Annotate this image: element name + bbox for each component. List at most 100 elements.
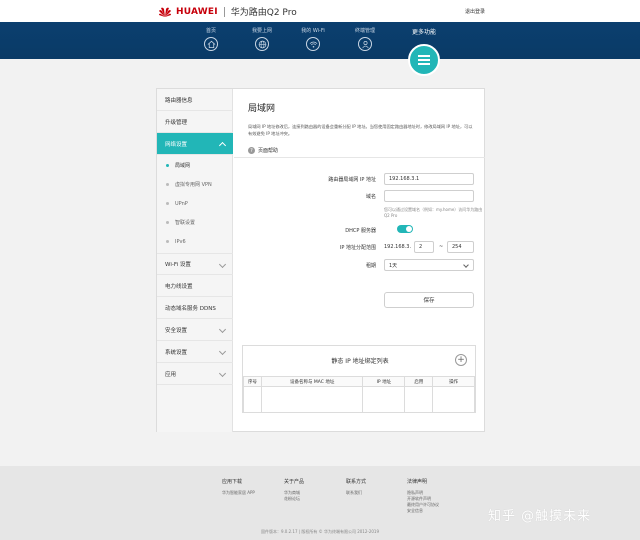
footer-heading: 应用下载 bbox=[222, 479, 243, 485]
sidebar-sub-smart[interactable]: 智联设置 bbox=[157, 213, 233, 232]
nav-home[interactable]: 首页 bbox=[191, 27, 231, 51]
sidebar: 路由器信息 升级管理 网络设置 局域网 虚拟专用网 VPN UPnP 智联设置 … bbox=[157, 89, 233, 432]
sidebar-item-network[interactable]: 网络设置 bbox=[157, 133, 233, 155]
footer-col-legal: 法律声明 隐私声明 开源软件声明 最终用户许可协议 安全信息 bbox=[407, 478, 439, 514]
range-start-input[interactable]: 2 bbox=[414, 241, 434, 253]
footer-heading: 联系方式 bbox=[346, 479, 367, 485]
table-row bbox=[243, 386, 475, 413]
footer-heading: 关于产品 bbox=[284, 479, 305, 485]
footer-link[interactable]: 安全信息 bbox=[407, 508, 439, 514]
bullet-icon bbox=[166, 202, 169, 205]
chevron-down-icon bbox=[218, 260, 227, 269]
chevron-down-icon bbox=[218, 347, 227, 356]
chevron-up-icon bbox=[218, 141, 227, 150]
domain-hint: 您可以通过设置域名（例如：my.home）访问华为路由Q2 Pro bbox=[384, 207, 483, 218]
sidebar-sub-lan[interactable]: 局域网 bbox=[157, 156, 233, 175]
column-header-enabled: 启用 bbox=[404, 376, 434, 387]
sidebar-sub-label: UPnP bbox=[175, 200, 188, 207]
nav-devices[interactable]: 终端管理 bbox=[345, 27, 385, 51]
home-icon bbox=[207, 40, 215, 48]
brand[interactable]: HUAWEI 华为路由Q2 Pro bbox=[158, 5, 297, 18]
sidebar-item-label: 安全设置 bbox=[165, 327, 188, 334]
column-header-device: 设备名称与 MAC 地址 bbox=[260, 376, 364, 387]
help-label: 页面帮助 bbox=[258, 148, 279, 154]
save-button[interactable]: 保存 bbox=[384, 292, 474, 308]
static-ip-title: 静态 IP 地址绑定列表 bbox=[331, 358, 389, 365]
footer-link[interactable]: 联系我们 bbox=[346, 490, 366, 496]
nav-home-label: 首页 bbox=[205, 28, 216, 34]
chevron-down-icon bbox=[463, 262, 469, 268]
sidebar-item-apps[interactable]: 应用 bbox=[157, 363, 233, 385]
sidebar-item-label: 电力线设置 bbox=[165, 283, 193, 290]
sidebar-item-label: 系统设置 bbox=[165, 349, 188, 356]
dhcp-label: DHCP 服务器 bbox=[345, 228, 376, 234]
sidebar-item-upgrade[interactable]: 升级管理 bbox=[157, 111, 233, 133]
content-area: 局域网 局域网 IP 地址修改后，连接到路由器的设备会重新分配 IP 地址。当您… bbox=[234, 89, 485, 432]
add-icon[interactable]: + bbox=[455, 354, 467, 366]
range-prefix: 192.168.3. bbox=[384, 244, 412, 250]
footer-col-about: 关于产品 华为商城 花粉论坛 bbox=[284, 478, 304, 502]
help-link[interactable]: ? 页面帮助 bbox=[248, 147, 278, 154]
lease-select[interactable]: 1天 bbox=[384, 259, 474, 271]
product-name: 华为路由Q2 Pro bbox=[230, 8, 297, 18]
lease-value: 1天 bbox=[389, 262, 398, 269]
ip-address-input[interactable]: 192.168.3.1 bbox=[384, 173, 474, 185]
sidebar-item-label: 动态域名服务 DDNS bbox=[165, 305, 216, 312]
sidebar-item-system[interactable]: 系统设置 bbox=[157, 341, 233, 363]
toggle-knob bbox=[406, 226, 412, 232]
nav-more-label: 更多功能 bbox=[411, 29, 436, 36]
logout-link[interactable]: 退出登录 bbox=[465, 8, 485, 15]
footer: 应用下载 华为智能家居 APP 关于产品 华为商城 花粉论坛 联系方式 联系我们… bbox=[0, 466, 640, 540]
sidebar-sub-ipv6[interactable]: IPv6 bbox=[157, 232, 233, 251]
bullet-icon bbox=[166, 221, 169, 224]
home-icon-circle bbox=[204, 37, 218, 51]
help-icon: ? bbox=[248, 147, 255, 154]
nav-wifi[interactable]: 我的 Wi-Fi bbox=[293, 27, 333, 51]
bullet-icon bbox=[166, 183, 169, 186]
chevron-down-icon bbox=[218, 369, 227, 378]
main-nav: 首页 我要上网 我的 Wi-Fi 终端管理 更多功能 bbox=[0, 22, 640, 59]
bullet-icon bbox=[166, 164, 169, 167]
sidebar-sub-label: IPv6 bbox=[175, 238, 186, 245]
dhcp-toggle[interactable] bbox=[397, 225, 413, 233]
sidebar-item-wifi[interactable]: Wi-Fi 设置 bbox=[157, 253, 233, 275]
settings-panel: 路由器信息 升级管理 网络设置 局域网 虚拟专用网 VPN UPnP 智联设置 … bbox=[156, 88, 485, 432]
globe-icon-circle bbox=[255, 37, 269, 51]
nav-internet[interactable]: 我要上网 bbox=[242, 27, 282, 51]
nav-devices-label: 终端管理 bbox=[354, 28, 375, 34]
sidebar-sub-label: 智联设置 bbox=[175, 220, 196, 226]
column-header-index: 序号 bbox=[243, 376, 262, 387]
sidebar-item-router-info[interactable]: 路由器信息 bbox=[157, 89, 233, 111]
page-description: 局域网 IP 地址修改后，连接到路由器的设备会重新分配 IP 地址。当您使用固定… bbox=[248, 124, 473, 136]
domain-input[interactable] bbox=[384, 190, 474, 202]
range-end-input[interactable]: 254 bbox=[447, 241, 474, 253]
sidebar-sub-vpn[interactable]: 虚拟专用网 VPN bbox=[157, 175, 233, 194]
sidebar-item-security[interactable]: 安全设置 bbox=[157, 319, 233, 341]
footer-col-download: 应用下载 华为智能家居 APP bbox=[222, 478, 255, 496]
sidebar-item-ddns[interactable]: 动态域名服务 DDNS bbox=[157, 297, 233, 319]
brand-separator bbox=[223, 6, 225, 17]
bullet-icon bbox=[166, 240, 169, 243]
wifi-icon bbox=[309, 41, 317, 48]
brand-name: HUAWEI bbox=[176, 6, 218, 17]
more-functions-button[interactable] bbox=[408, 44, 440, 76]
nav-more[interactable]: 更多功能 bbox=[404, 27, 444, 36]
domain-label: 域名 bbox=[365, 194, 376, 200]
top-bar: HUAWEI 华为路由Q2 Pro 退出登录 bbox=[0, 0, 640, 22]
sidebar-item-label: 路由器信息 bbox=[165, 97, 193, 104]
sidebar-sub-label: 虚拟专用网 VPN bbox=[175, 182, 212, 188]
sidebar-sub-label: 局域网 bbox=[175, 163, 191, 169]
static-ip-table: 序号 设备名称与 MAC 地址 IP 地址 启用 操作 bbox=[243, 376, 475, 413]
footer-link[interactable]: 花粉论坛 bbox=[284, 496, 304, 502]
footer-heading: 法律声明 bbox=[407, 479, 428, 485]
footer-link[interactable]: 华为智能家居 APP bbox=[222, 490, 255, 496]
chevron-down-icon bbox=[218, 325, 227, 334]
sidebar-item-label: Wi-Fi 设置 bbox=[165, 262, 191, 268]
nav-internet-label: 我要上网 bbox=[251, 28, 272, 34]
divider bbox=[234, 157, 485, 158]
sidebar-sub-upnp[interactable]: UPnP bbox=[157, 194, 233, 213]
page-title: 局域网 bbox=[248, 104, 276, 114]
sidebar-item-label: 升级管理 bbox=[165, 119, 188, 126]
column-header-ip: IP 地址 bbox=[362, 376, 406, 387]
sidebar-item-powerline[interactable]: 电力线设置 bbox=[157, 275, 233, 297]
